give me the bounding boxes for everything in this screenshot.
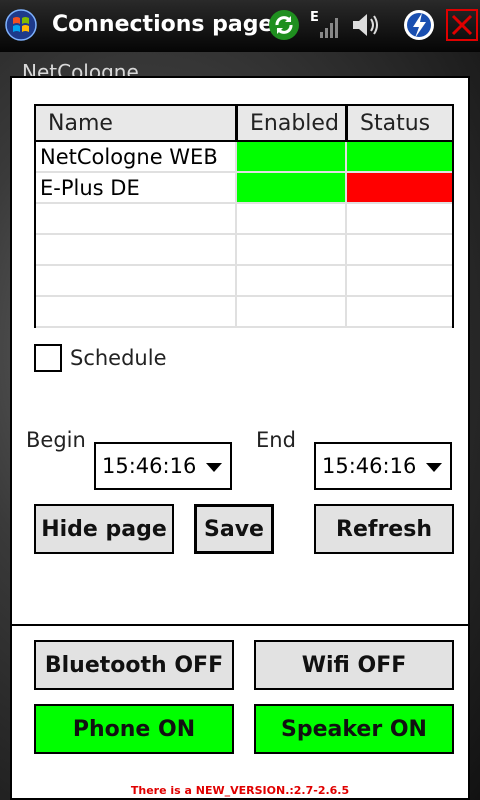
connection-name-cell [36, 235, 236, 264]
begin-time-picker[interactable]: 15:46:16 [94, 442, 232, 490]
chevron-down-icon[interactable] [206, 463, 222, 472]
connection-name-cell [36, 204, 236, 233]
status-indicator [347, 235, 452, 264]
column-header-name[interactable]: Name [36, 106, 236, 140]
refresh-icon[interactable] [267, 8, 301, 42]
end-label: End [256, 428, 296, 452]
table-row[interactable]: NetCologne WEB [36, 142, 452, 173]
refresh-button[interactable]: Refresh [314, 504, 454, 554]
enabled-indicator[interactable] [237, 173, 345, 202]
table-row[interactable] [36, 204, 452, 235]
connections-grid: Name Enabled Status NetCologne WEB E-Plus… [34, 104, 454, 328]
schedule-label: Schedule [70, 346, 167, 370]
svg-text:E: E [310, 10, 319, 25]
signal-edge-icon: E [310, 10, 338, 38]
phone-toggle-button[interactable]: Phone ON [34, 704, 234, 754]
enabled-indicator[interactable] [237, 266, 345, 295]
status-indicator [347, 297, 452, 326]
new-version-notice: There is a NEW_VERSION.:2.7-2.6.5 [130, 784, 350, 797]
window-title: Connections page [52, 12, 274, 37]
wifi-toggle-button[interactable]: Wifi OFF [254, 640, 454, 690]
status-indicator [347, 173, 452, 202]
connections-dialog: Name Enabled Status NetCologne WEB E-Plus… [10, 76, 470, 800]
begin-label: Begin [26, 428, 86, 452]
end-time-value: 15:46:16 [322, 454, 417, 478]
close-icon[interactable] [445, 8, 479, 42]
connection-name-cell: E-Plus DE [40, 176, 140, 200]
column-header-enabled[interactable]: Enabled [238, 106, 346, 140]
enabled-indicator[interactable] [237, 235, 345, 264]
begin-time-value: 15:46:16 [102, 454, 197, 478]
end-time-picker[interactable]: 15:46:16 [314, 442, 452, 490]
title-bar: Connections page E [0, 0, 480, 52]
section-divider [12, 624, 468, 626]
connection-name-cell: NetCologne WEB [40, 145, 218, 169]
save-button[interactable]: Save [194, 504, 274, 554]
enabled-indicator[interactable] [237, 297, 345, 326]
speaker-toggle-button[interactable]: Speaker ON [254, 704, 454, 754]
hide-page-button[interactable]: Hide page [34, 504, 174, 554]
status-indicator [347, 142, 452, 171]
status-indicator [347, 266, 452, 295]
schedule-checkbox[interactable] [34, 344, 62, 372]
enabled-indicator[interactable] [237, 204, 345, 233]
flash-icon[interactable] [402, 8, 436, 42]
table-row[interactable] [36, 297, 452, 328]
column-header-status[interactable]: Status [348, 106, 452, 140]
bluetooth-toggle-button[interactable]: Bluetooth OFF [34, 640, 234, 690]
connection-name-cell [36, 266, 236, 295]
table-row[interactable]: E-Plus DE [36, 173, 452, 204]
chevron-down-icon[interactable] [426, 463, 442, 472]
grid-header: Name Enabled Status [36, 106, 452, 142]
table-row[interactable] [36, 266, 452, 297]
volume-icon[interactable] [349, 8, 383, 42]
table-row[interactable] [36, 235, 452, 266]
enabled-indicator[interactable] [237, 142, 345, 171]
windows-start-icon[interactable] [4, 8, 38, 42]
status-indicator [347, 204, 452, 233]
connection-name-cell [36, 297, 236, 326]
